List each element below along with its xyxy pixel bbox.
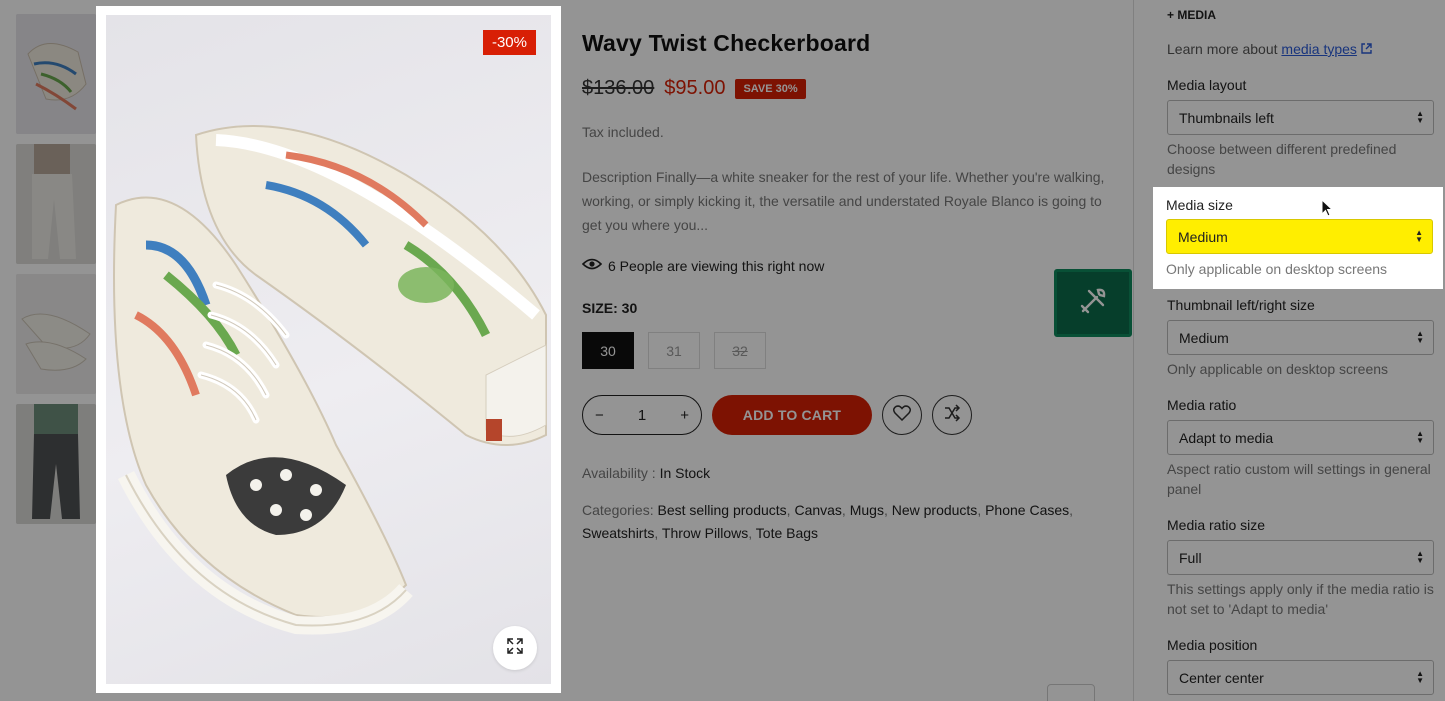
media-position-value: Center center — [1179, 669, 1264, 686]
thumbnail-size-value: Medium — [1179, 329, 1229, 346]
categories-label: Categories: — [582, 502, 654, 518]
thumbnail-list — [16, 14, 96, 534]
qty-increase-button[interactable]: + — [680, 407, 689, 424]
media-ratio-size-select[interactable]: Full ▲ ▼ — [1167, 540, 1434, 575]
external-link-icon — [1361, 41, 1372, 57]
thumbnail-size-help: Only applicable on desktop screens — [1167, 361, 1389, 377]
media-types-link[interactable]: media types — [1281, 41, 1356, 57]
eye-icon — [581, 257, 603, 274]
media-position-select[interactable]: Center center ▲ ▼ — [1167, 660, 1434, 695]
thumbnail-1[interactable] — [16, 14, 96, 134]
size-options: 30 31 32 — [582, 332, 1122, 369]
qty-decrease-button[interactable]: − — [595, 407, 604, 424]
media-position-label: Media position — [1167, 637, 1258, 653]
category-link[interactable]: New products — [892, 502, 978, 518]
select-arrows-icon: ▲ ▼ — [1416, 109, 1424, 125]
thumbnail-3[interactable] — [16, 274, 96, 394]
thumbnail-size-label: Thumbnail left/right size — [1167, 297, 1315, 313]
media-ratio-select[interactable]: Adapt to media ▲ ▼ — [1167, 420, 1434, 455]
availability: Availability : In Stock — [582, 465, 1122, 481]
product-description: Description Finally—a white sneaker for … — [582, 169, 1105, 233]
compare-icon — [943, 403, 961, 427]
media-ratio-size-value: Full — [1179, 549, 1202, 566]
thumbnail-2[interactable] — [16, 144, 96, 264]
viewers-text: 6 People are viewing this right now — [608, 257, 825, 274]
qty-value[interactable]: 1 — [638, 407, 646, 424]
size-label: SIZE: 30 — [582, 300, 638, 316]
category-link[interactable]: Mugs — [850, 502, 884, 518]
price-old: $136.00 — [582, 77, 655, 99]
category-link[interactable]: Throw Pillows — [662, 525, 748, 541]
sneaker-illustration — [113, 125, 547, 635]
product-info: Wavy Twist Checkerboard $136.00 $95.00 S… — [581, 30, 1122, 545]
select-arrows-icon: ▲ ▼ — [1416, 429, 1424, 445]
zoom-button[interactable] — [493, 626, 537, 670]
scroll-top-button[interactable] — [1047, 684, 1095, 701]
availability-value: In Stock — [659, 465, 711, 481]
cursor-icon — [1321, 198, 1334, 222]
learn-more: Learn more about media types — [1167, 41, 1372, 57]
media-ratio-help: Aspect ratio custom will settings in gen… — [1167, 461, 1431, 497]
media-size-highlight: Media size Medium ▲ ▼ Only applicable on … — [1153, 187, 1443, 289]
media-size-value: Medium — [1178, 228, 1228, 245]
expand-icon — [507, 637, 523, 659]
media-layout-help: Choose between different predefined desi… — [1167, 141, 1397, 177]
category-link[interactable]: Best selling products — [657, 502, 786, 518]
size-option-30[interactable]: 30 — [582, 332, 634, 369]
quantity-stepper: − 1 + — [582, 395, 702, 435]
media-ratio-value: Adapt to media — [1179, 429, 1274, 446]
select-arrows-icon: ▲ ▼ — [1416, 329, 1424, 345]
categories: Categories: Best selling products, Canva… — [582, 502, 1074, 541]
cart-row: − 1 + ADD TO CART — [582, 395, 1122, 435]
viewers-notice: 6 People are viewing this right now — [581, 257, 1122, 274]
media-section-heading[interactable]: + MEDIA — [1167, 8, 1216, 22]
select-arrows-icon: ▲ ▼ — [1416, 669, 1424, 685]
compare-button[interactable] — [932, 395, 972, 435]
category-link[interactable]: Sweatshirts — [582, 525, 654, 541]
price-new: $95.00 — [664, 77, 726, 99]
learn-more-text: Learn more about — [1167, 41, 1278, 57]
category-link[interactable]: Phone Cases — [985, 502, 1069, 518]
save-badge: SAVE 30% — [735, 78, 806, 99]
price-row: $136.00 $95.00 SAVE 30% — [582, 77, 1122, 100]
media-size-select[interactable]: Medium ▲ ▼ — [1166, 219, 1433, 254]
media-layout-value: Thumbnails left — [1179, 109, 1274, 126]
product-title: Wavy Twist Checkerboard — [582, 30, 871, 56]
size-option-32[interactable]: 32 — [714, 332, 766, 369]
media-size-label: Media size — [1166, 197, 1233, 213]
discount-badge: -30% — [482, 30, 536, 55]
thumbnail-4[interactable] — [16, 404, 96, 524]
media-layout-label: Media layout — [1167, 77, 1247, 93]
category-link[interactable]: Canvas — [794, 502, 841, 518]
heart-icon — [892, 404, 912, 426]
settings-panel: + MEDIA Learn more about media types Med… — [1133, 0, 1445, 701]
main-media-frame: -30% — [96, 6, 561, 693]
tools-icon — [1078, 286, 1108, 321]
add-to-cart-button[interactable]: ADD TO CART — [712, 395, 872, 435]
select-arrows-icon: ▲ ▼ — [1416, 549, 1424, 565]
media-ratio-size-label: Media ratio size — [1167, 517, 1266, 533]
media-ratio-size-help: This settings apply only if the media ra… — [1167, 581, 1434, 617]
category-link[interactable]: Tote Bags — [756, 525, 818, 541]
availability-label: Availability : — [582, 465, 656, 481]
select-arrows-icon: ▲ ▼ — [1415, 228, 1423, 244]
media-layout-select[interactable]: Thumbnails left ▲ ▼ — [1167, 100, 1434, 135]
main-product-image[interactable]: -30% — [106, 15, 551, 684]
tax-note: Tax included. — [582, 124, 664, 140]
tools-button[interactable] — [1054, 269, 1132, 337]
media-size-help: Only applicable on desktop screens — [1166, 261, 1388, 277]
media-ratio-label: Media ratio — [1167, 397, 1237, 413]
size-option-31[interactable]: 31 — [648, 332, 700, 369]
wishlist-button[interactable] — [882, 395, 922, 435]
thumbnail-size-select[interactable]: Medium ▲ ▼ — [1167, 320, 1434, 355]
